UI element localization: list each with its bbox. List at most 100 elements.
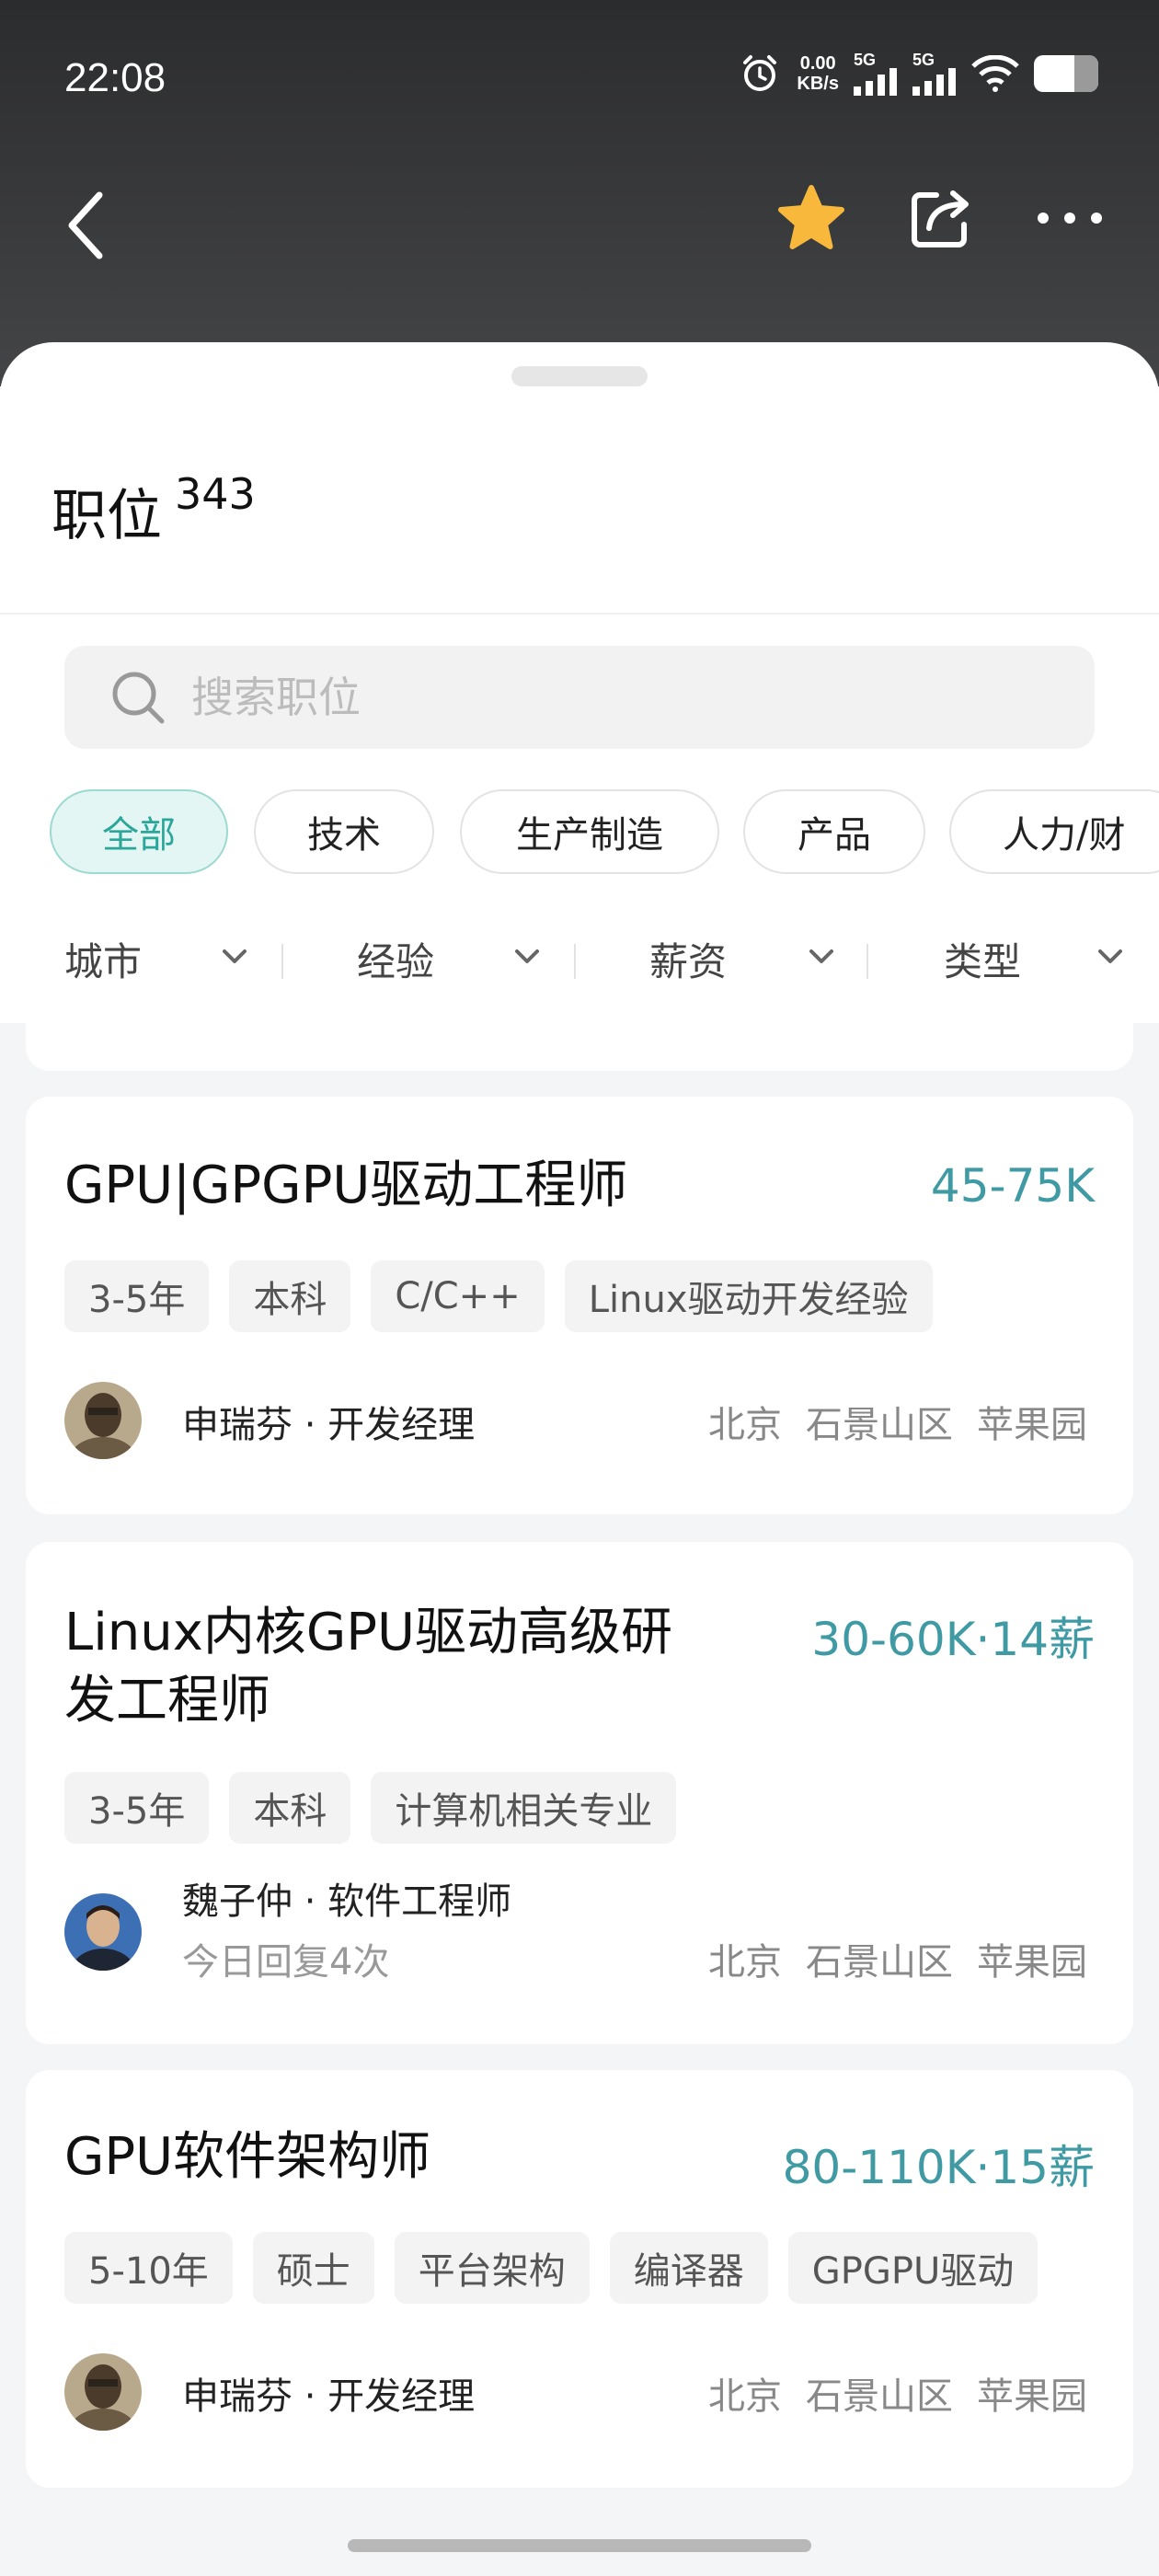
job-tag: C/C++ bbox=[371, 1260, 545, 1332]
more-button[interactable] bbox=[1036, 209, 1104, 231]
search-bar[interactable] bbox=[64, 646, 1095, 749]
job-tags: 3-5年 本科 C/C++ Linux驱动开发经验 bbox=[64, 1260, 933, 1332]
chevron-down-icon bbox=[515, 949, 539, 963]
job-title: GPU|GPGPU驱动工程师 bbox=[64, 1156, 628, 1215]
job-location: 北京 石景山区 苹果园 bbox=[708, 1395, 1087, 1448]
alarm-icon bbox=[743, 55, 777, 91]
job-card[interactable]: GPU软件架构师 80-110K·15薪 5-10年 硕士 平台架构 编译器 G… bbox=[26, 2070, 1133, 2488]
filter-separator bbox=[866, 944, 868, 979]
network-speed: 0.00 KB/s bbox=[797, 53, 839, 94]
location-city: 北京 bbox=[708, 1404, 782, 1446]
filter-salary[interactable]: 薪资 bbox=[649, 913, 843, 1005]
job-salary: 80-110K·15薪 bbox=[782, 2141, 1095, 2194]
filter-experience[interactable]: 经验 bbox=[357, 913, 550, 1005]
sheet-handle[interactable] bbox=[511, 366, 648, 386]
status-icons: 0.00 KB/s 5G 5G bbox=[738, 52, 1098, 96]
filter-bar: 城市 经验 薪资 类型 bbox=[0, 913, 1159, 1005]
chip-hr[interactable]: 人力/财 bbox=[949, 789, 1159, 874]
job-tag: 3-5年 bbox=[64, 1260, 210, 1332]
sim2-label: 5G bbox=[912, 51, 935, 69]
location-city: 北京 bbox=[708, 1941, 782, 1984]
recruiter-info: 申瑞芬 · 开发经理 bbox=[182, 1404, 476, 1446]
job-tag: 计算机相关专业 bbox=[371, 1772, 677, 1844]
avatar-image bbox=[64, 1382, 142, 1459]
chip-tech[interactable]: 技术 bbox=[254, 789, 434, 874]
job-salary: 45-75K bbox=[930, 1159, 1095, 1213]
chevron-down-icon bbox=[809, 949, 833, 963]
category-chips: 全部 技术 生产制造 产品 人力/财 bbox=[0, 789, 1159, 878]
filter-type[interactable]: 类型 bbox=[944, 913, 1152, 1005]
job-tag: 本科 bbox=[229, 1772, 351, 1844]
location-area: 苹果园 bbox=[977, 1404, 1087, 1446]
job-tags: 5-10年 硕士 平台架构 编译器 GPGPU驱动 bbox=[64, 2232, 1039, 2304]
share-icon bbox=[912, 190, 969, 247]
job-tag: 平台架构 bbox=[394, 2232, 590, 2304]
chevron-left-icon bbox=[68, 191, 103, 259]
battery-icon bbox=[1034, 55, 1098, 92]
job-tags: 3-5年 本科 计算机相关专业 bbox=[64, 1772, 677, 1844]
job-card-partial[interactable] bbox=[26, 994, 1133, 1071]
back-button[interactable] bbox=[59, 184, 114, 267]
location-district: 石景山区 bbox=[806, 1941, 953, 1984]
location-area: 苹果园 bbox=[977, 2375, 1087, 2418]
chip-all[interactable]: 全部 bbox=[50, 789, 228, 874]
more-icon bbox=[1038, 213, 1102, 224]
avatar-image bbox=[64, 2353, 142, 2431]
sim1-signal: 5G bbox=[854, 52, 898, 96]
avatar-image bbox=[64, 1893, 142, 1971]
chevron-down-icon bbox=[223, 949, 247, 963]
star-icon bbox=[778, 185, 844, 249]
job-title-line: Linux内核GPU驱动高级研 bbox=[64, 1603, 673, 1662]
job-card[interactable]: Linux内核GPU驱动高级研 发工程师 30-60K·14薪 3-5年 本科 … bbox=[26, 1542, 1133, 2044]
filter-city-label: 城市 bbox=[64, 938, 143, 984]
job-title: Linux内核GPU驱动高级研 发工程师 bbox=[64, 1599, 672, 1735]
share-button[interactable] bbox=[909, 186, 973, 254]
job-location: 北京 石景山区 苹果园 bbox=[708, 1932, 1087, 1985]
sim1-label: 5G bbox=[854, 51, 877, 69]
job-title: GPU软件架构师 bbox=[64, 2127, 431, 2187]
page-title-text: 职位 bbox=[52, 484, 162, 548]
search-input[interactable] bbox=[189, 672, 1021, 723]
filter-salary-label: 薪资 bbox=[649, 938, 728, 984]
chip-product[interactable]: 产品 bbox=[743, 789, 925, 874]
location-district: 石景山区 bbox=[806, 1404, 953, 1446]
recruiter-info: 魏子仲 · 软件工程师 bbox=[182, 1880, 512, 1923]
network-speed-value: 0.00 bbox=[799, 53, 836, 74]
filter-separator bbox=[574, 944, 576, 979]
signal-icon bbox=[912, 68, 956, 96]
location-area: 苹果园 bbox=[977, 1941, 1087, 1984]
top-bar: 22:08 0.00 KB/s 5G 5G bbox=[0, 0, 1159, 386]
favorite-button[interactable] bbox=[776, 184, 846, 256]
job-tag: 5-10年 bbox=[64, 2232, 233, 2304]
location-city: 北京 bbox=[708, 2375, 782, 2418]
filter-city[interactable]: 城市 bbox=[64, 913, 248, 1005]
nav-actions bbox=[776, 184, 1104, 256]
signal-icon bbox=[854, 68, 897, 96]
job-count: 343 bbox=[175, 469, 256, 519]
search-icon bbox=[112, 672, 165, 724]
chip-manufacturing[interactable]: 生产制造 bbox=[460, 789, 719, 874]
home-indicator[interactable] bbox=[348, 2539, 811, 2552]
job-card[interactable]: GPU|GPGPU驱动工程师 45-75K 3-5年 本科 C/C++ Linu… bbox=[26, 1097, 1133, 1514]
job-tag: GPGPU驱动 bbox=[787, 2232, 1039, 2304]
network-speed-unit: KB/s bbox=[797, 74, 839, 94]
job-title-line: 发工程师 bbox=[64, 1671, 270, 1731]
status-time: 22:08 bbox=[64, 55, 166, 100]
filter-separator bbox=[281, 944, 283, 979]
reply-stats: 今日回复4次 bbox=[182, 1941, 390, 1984]
job-tag: Linux驱动开发经验 bbox=[564, 1260, 933, 1332]
job-tag: 3-5年 bbox=[64, 1772, 210, 1844]
wifi-icon bbox=[971, 55, 1019, 92]
divider bbox=[0, 613, 1159, 615]
job-tag: 硕士 bbox=[252, 2232, 374, 2304]
job-tag: 本科 bbox=[229, 1260, 351, 1332]
job-location: 北京 石景山区 苹果园 bbox=[708, 2366, 1087, 2420]
filter-type-label: 类型 bbox=[944, 938, 1022, 984]
avatar bbox=[64, 2353, 142, 2431]
job-salary: 30-60K·14薪 bbox=[811, 1613, 1095, 1666]
avatar bbox=[64, 1893, 142, 1971]
recruiter-info: 申瑞芬 · 开发经理 bbox=[182, 2375, 476, 2418]
sim2-signal: 5G bbox=[912, 52, 957, 96]
jobs-sheet: 职位 343 全部 技术 生产制造 产品 人力/财 城市 经验 薪资 bbox=[0, 342, 1159, 1023]
avatar bbox=[64, 1382, 142, 1459]
